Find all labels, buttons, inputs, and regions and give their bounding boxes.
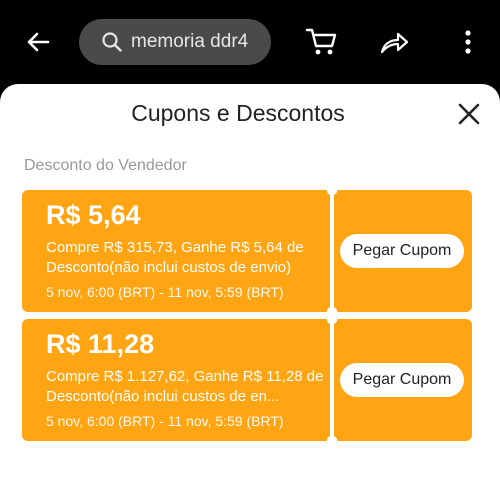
coupon-divider (331, 198, 333, 304)
top-bar: memoria ddr4 (0, 0, 500, 84)
coupon-card: R$ 11,28 Compre R$ 1.127,62, Ganhe R$ 11… (16, 319, 478, 441)
search-query: memoria ddr4 (131, 31, 249, 52)
coupon-edge-right (472, 319, 478, 441)
more-vert-icon[interactable] (448, 22, 488, 62)
coupon-edge-left (16, 190, 22, 312)
coupon-validity: 5 nov, 6:00 (BRT) - 11 nov, 5:59 (BRT) (46, 413, 284, 429)
coupon-validity: 5 nov, 6:00 (BRT) - 11 nov, 5:59 (BRT) (46, 284, 284, 300)
coupon-divider (331, 327, 333, 433)
cart-icon[interactable] (302, 22, 342, 62)
coupon-edge-left (16, 319, 22, 441)
search-bar[interactable]: memoria ddr4 (79, 19, 271, 65)
coupon-description: Compre R$ 1.127,62, Ganhe R$ 11,28 de De… (46, 368, 324, 405)
coupon-card: R$ 5,64 Compre R$ 315,73, Ganhe R$ 5,64 … (16, 190, 478, 312)
share-icon[interactable] (374, 22, 414, 62)
coupon-amount: R$ 5,64 (46, 200, 141, 230)
coupon-amount: R$ 11,28 (46, 329, 155, 359)
get-coupon-button[interactable]: Pegar Cupom (340, 234, 464, 268)
coupon-description: Compre R$ 315,73, Ganhe R$ 5,64 de Desco… (46, 239, 304, 276)
section-label: Desconto do Vendedor (24, 157, 187, 174)
sheet-title: Cupons e Descontos (131, 100, 345, 126)
back-arrow-icon[interactable] (18, 22, 58, 62)
coupon-edge-right (472, 190, 478, 312)
search-icon (102, 32, 122, 52)
close-icon[interactable] (457, 102, 481, 126)
coupons-sheet: Cupons e Descontos Desconto do Vendedor … (0, 84, 500, 497)
get-coupon-button[interactable]: Pegar Cupom (340, 363, 464, 397)
